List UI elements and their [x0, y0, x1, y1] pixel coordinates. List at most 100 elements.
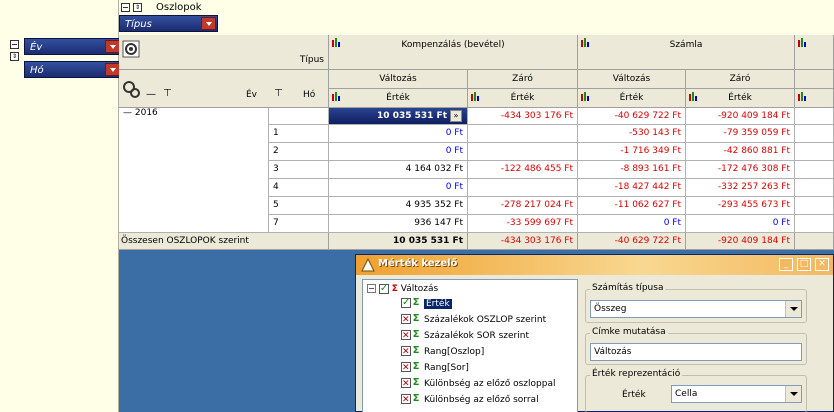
table-cell[interactable] [468, 179, 578, 197]
month-row-label[interactable]: 3 [269, 161, 329, 179]
column-group-next[interactable] [795, 35, 834, 70]
tree-item[interactable]: Σ Rang[Oszlop] [401, 344, 484, 359]
table-cell[interactable] [795, 179, 834, 197]
collapse-minus-icon[interactable]: — [123, 108, 132, 118]
ertek-header-3[interactable]: Érték [578, 89, 686, 108]
month-row-label[interactable]: 2 [269, 143, 329, 161]
table-cell[interactable] [795, 197, 834, 215]
table-cell[interactable]: -293 455 673 Ft [686, 197, 795, 215]
sort-icon[interactable]: ⇕ [10, 52, 19, 61]
checkbox[interactable] [401, 393, 411, 407]
bar-chart-icon[interactable] [798, 38, 808, 47]
month-row-label[interactable]: 5 [269, 197, 329, 215]
sub-zaro-2[interactable]: Záró [686, 70, 795, 89]
total-cell-c3[interactable]: -40 629 722 Ft [578, 233, 686, 250]
month-row-label[interactable]: 7 [269, 215, 329, 233]
collapse-minus-icon[interactable]: — [146, 89, 156, 100]
ertek-header-1[interactable]: Érték [329, 89, 468, 108]
table-cell[interactable]: -42 860 881 Ft [686, 143, 795, 161]
settings-icon[interactable] [122, 40, 140, 58]
gears-icon[interactable] [122, 80, 140, 98]
checkbox[interactable] [401, 361, 411, 375]
year-cell-c2[interactable]: -434 303 176 Ft [468, 108, 578, 125]
bar-chart-icon[interactable] [798, 92, 808, 101]
table-cell[interactable]: -33 599 697 Ft [468, 215, 578, 233]
label-input[interactable]: Változás [590, 343, 802, 361]
checkbox[interactable] [401, 345, 411, 359]
checkbox[interactable] [401, 377, 411, 391]
total-cell-c2[interactable]: -434 303 176 Ft [468, 233, 578, 250]
sub-zaro-1[interactable]: Záró [468, 70, 578, 89]
total-cell-c5[interactable] [795, 233, 834, 250]
checkbox[interactable] [401, 313, 411, 327]
ertek-header-4[interactable]: Érték [686, 89, 795, 108]
sub-valtozas-2[interactable]: Változás [578, 70, 686, 89]
year-cell-c3[interactable]: -40 629 722 Ft [578, 108, 686, 125]
checkbox[interactable] [378, 282, 389, 296]
chevron-down-icon[interactable] [105, 40, 120, 53]
table-cell[interactable]: -18 427 442 Ft [578, 179, 686, 197]
table-cell[interactable]: 0 Ft [578, 215, 686, 233]
collapse-columns-checkbox[interactable] [121, 3, 130, 12]
table-cell[interactable]: -1 716 349 Ft [578, 143, 686, 161]
tree-item[interactable]: Σ Százalékok OSZLOP szerint [401, 312, 546, 327]
close-icon[interactable]: ✕ [815, 258, 829, 271]
tree-collapse-icon[interactable]: − [367, 284, 376, 293]
checkbox[interactable] [401, 329, 411, 343]
month-row-label[interactable]: 4 [269, 179, 329, 197]
measure-tree[interactable]: − Σ Változás Σ Érték Σ Százalékok OSZLOP sz… [362, 279, 578, 412]
month-row-label[interactable]: 1 [269, 125, 329, 143]
column-group-kompenzalas[interactable]: Kompenzálás (bevétel) [329, 35, 578, 70]
table-cell[interactable]: -122 486 455 Ft [468, 161, 578, 179]
table-cell[interactable] [468, 125, 578, 143]
collapse-rows-checkbox[interactable] [10, 40, 19, 49]
tree-item[interactable]: Σ Százalékok SOR szerint [401, 328, 529, 343]
total-cell-c4[interactable]: -920 409 184 Ft [686, 233, 795, 250]
checkbox[interactable] [401, 296, 411, 310]
bar-chart-icon[interactable] [689, 92, 699, 101]
cell-menu-icon[interactable]: » [450, 110, 462, 122]
table-cell[interactable] [795, 143, 834, 161]
chevron-down-icon[interactable] [785, 301, 801, 317]
table-cell[interactable]: -278 217 024 Ft [468, 197, 578, 215]
table-cell[interactable]: 0 Ft [329, 143, 468, 161]
bar-chart-icon[interactable] [332, 92, 342, 101]
table-cell[interactable]: 0 Ft [329, 179, 468, 197]
sub-valtozas-1[interactable]: Változás [329, 70, 468, 89]
chevron-down-icon[interactable] [785, 386, 801, 402]
sort-icon[interactable]: ⇕ [133, 3, 142, 12]
total-cell-c1[interactable]: 10 035 531 Ft [329, 233, 468, 250]
filter-icon[interactable]: ⊤ [163, 88, 172, 99]
year-row-label[interactable]: — 2016 [119, 108, 269, 233]
bar-chart-icon[interactable] [581, 92, 591, 101]
table-cell[interactable]: 0 Ft [329, 125, 468, 143]
table-cell[interactable]: -172 476 308 Ft [686, 161, 795, 179]
value-select[interactable]: Cella [671, 385, 802, 403]
table-cell[interactable]: -332 257 263 Ft [686, 179, 795, 197]
tree-item[interactable]: Σ Rang[Sor] [401, 360, 469, 375]
calc-type-select[interactable]: Összeg [590, 300, 802, 318]
table-cell[interactable] [795, 161, 834, 179]
dialog-titlebar[interactable]: Mérték kezelő _ □ ✕ [356, 255, 833, 275]
year-cell-c4[interactable]: -920 409 184 Ft [686, 108, 795, 125]
table-cell[interactable]: -530 143 Ft [578, 125, 686, 143]
tipus-field-chip[interactable]: Típus [119, 15, 218, 32]
table-cell[interactable]: 4 164 032 Ft [329, 161, 468, 179]
table-cell[interactable]: -79 359 059 Ft [686, 125, 795, 143]
bar-chart-icon[interactable] [471, 92, 481, 101]
column-group-szamla[interactable]: Számla [578, 35, 795, 70]
table-cell[interactable]: 0 Ft [686, 215, 795, 233]
table-cell[interactable]: 936 147 Ft [329, 215, 468, 233]
tree-item[interactable]: Σ Érték [401, 296, 452, 310]
selected-cell[interactable]: 10 035 531 Ft [329, 108, 468, 125]
maximize-icon[interactable]: □ [797, 258, 811, 271]
tree-item[interactable]: Σ Különbség az előző oszloppal [401, 376, 555, 391]
ertek-header-2[interactable]: Érték [468, 89, 578, 108]
ertek-header-5[interactable] [795, 89, 834, 108]
chevron-down-icon[interactable] [105, 63, 120, 76]
table-cell[interactable]: -11 062 627 Ft [578, 197, 686, 215]
table-cell[interactable] [468, 143, 578, 161]
tree-item[interactable]: Σ Különbség az előző sorral [401, 392, 539, 407]
year-cell-c5[interactable] [795, 108, 834, 125]
table-cell[interactable]: -8 893 161 Ft [578, 161, 686, 179]
